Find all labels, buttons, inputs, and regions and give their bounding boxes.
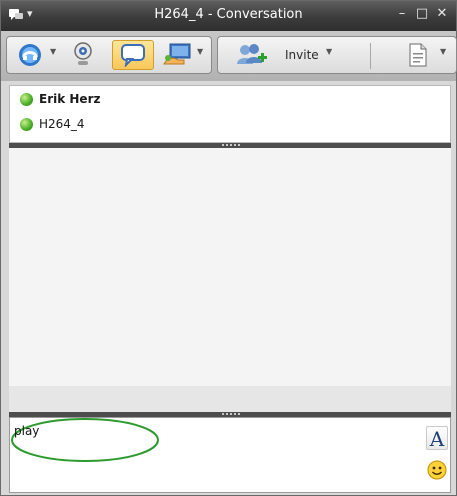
- call-button[interactable]: [11, 40, 49, 70]
- participant-list: Erik Herz H264_4: [9, 85, 451, 143]
- share-dropdown[interactable]: ▼: [197, 47, 203, 56]
- share-desktop-icon: [163, 43, 191, 65]
- participant-name: Erik Herz: [39, 92, 101, 106]
- document-icon: [409, 43, 427, 67]
- participant-name: H264_4: [39, 117, 85, 131]
- call-dropdown[interactable]: ▼: [50, 47, 56, 56]
- font-button[interactable]: A: [426, 426, 448, 451]
- chat-bubble-icon: [121, 44, 145, 67]
- options-button[interactable]: [404, 40, 432, 70]
- conversation-status-strip: [9, 386, 451, 412]
- conversation-history: [9, 148, 451, 412]
- emoticon-button[interactable]: [426, 458, 448, 482]
- toolbar-separator: [370, 43, 371, 69]
- invite-button[interactable]: Invite: [285, 48, 319, 62]
- share-button[interactable]: [159, 40, 195, 70]
- toolbar: ▼ ▼ Invite ▼ ▼: [1, 31, 457, 81]
- presence-available-icon: [20, 117, 33, 131]
- webcam-icon: [74, 42, 92, 65]
- annotation-ellipse: [11, 418, 159, 462]
- close-button[interactable]: ✕: [433, 5, 451, 23]
- people-group: Invite ▼ ▼: [217, 36, 457, 74]
- phone-icon: [19, 44, 41, 66]
- window-title: H264_4 - Conversation: [154, 7, 303, 22]
- communication-group: ▼ ▼: [6, 36, 212, 74]
- invite-icon-button[interactable]: [222, 40, 282, 70]
- im-button[interactable]: [112, 40, 154, 70]
- invite-dropdown[interactable]: ▼: [326, 47, 332, 56]
- message-input-text[interactable]: play: [14, 424, 39, 438]
- maximize-button[interactable]: □: [413, 5, 431, 23]
- options-dropdown[interactable]: ▼: [440, 47, 446, 56]
- message-input[interactable]: play A: [9, 417, 451, 493]
- add-people-icon: [237, 44, 267, 64]
- presence-available-icon: [20, 92, 33, 106]
- participant-item[interactable]: Erik Herz: [20, 90, 100, 108]
- conversation-window: ▾ H264_4 - Conversation – □ ✕ ▼ ▼ Invite…: [0, 0, 457, 496]
- participant-item[interactable]: H264_4: [20, 115, 85, 133]
- title-bar[interactable]: ▾ H264_4 - Conversation – □ ✕: [1, 1, 456, 31]
- video-button[interactable]: [67, 40, 99, 70]
- minimize-button[interactable]: –: [393, 5, 411, 23]
- smiley-icon: [427, 460, 447, 480]
